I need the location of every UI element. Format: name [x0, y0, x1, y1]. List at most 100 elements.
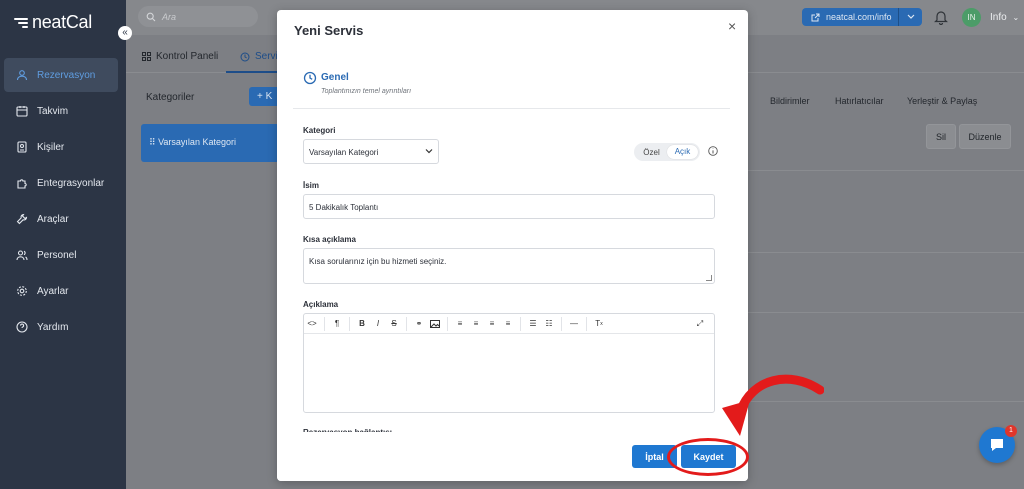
sidebar-item-yardim[interactable]: Yardım — [4, 310, 118, 344]
tab-kontrol-paneli[interactable]: Kontrol Paneli — [142, 51, 218, 62]
wrench-icon — [16, 213, 28, 225]
short-description-label: Kısa açıklama — [303, 235, 356, 244]
tab-yerlestir-paylas[interactable]: Yerleştir & Paylaş — [907, 96, 977, 106]
edit-button[interactable]: Düzenle — [959, 124, 1011, 149]
chevron-down-icon — [425, 149, 433, 154]
clock-icon — [240, 52, 250, 61]
bell-icon[interactable] — [934, 9, 948, 25]
category-item[interactable]: ⠿ Varsayılan Kategori — [141, 124, 291, 162]
info-icon[interactable] — [708, 146, 718, 156]
sidebar-item-kisiler[interactable]: Kişiler — [4, 130, 118, 164]
sidebar-item-personel[interactable]: Personel — [4, 238, 118, 272]
contacts-icon — [16, 141, 28, 153]
logo-icon — [14, 17, 28, 28]
logo-text: neatCal — [32, 12, 92, 32]
category-select[interactable]: Varsayılan Kategori — [303, 139, 439, 164]
public-url-button[interactable]: neatcal.com/info — [802, 8, 922, 26]
sidebar-item-label: Yardım — [37, 321, 69, 333]
sidebar-item-label: Araçlar — [37, 213, 69, 225]
clock-icon — [303, 71, 317, 85]
toggle-open[interactable]: Açık — [667, 145, 698, 159]
name-field[interactable]: 5 Dakikalık Toplantı — [303, 194, 715, 219]
sidebar-item-ayarlar[interactable]: Ayarlar — [4, 274, 118, 308]
code-view-icon[interactable]: <> — [304, 316, 320, 332]
sidebar-nav: Rezervasyon Takvim Kişiler Entegrasyonla… — [0, 58, 126, 346]
notification-badge: 1 — [1005, 425, 1017, 437]
chevron-down-icon: ⌄ — [1012, 13, 1020, 22]
annotation-arrow-icon — [722, 374, 824, 436]
paragraph-icon[interactable]: ¶ — [329, 316, 345, 332]
calendar-icon — [16, 105, 28, 117]
strikethrough-icon[interactable]: S — [386, 316, 402, 332]
modal-title: Yeni Servis — [294, 23, 364, 38]
close-icon[interactable]: × — [728, 18, 736, 34]
tab-hatirlaticilar[interactable]: Hatırlatıcılar — [835, 96, 884, 106]
resize-handle[interactable] — [706, 275, 712, 281]
bullet-list-icon[interactable]: ☰ — [525, 316, 541, 332]
categories-title: Kategoriler — [146, 92, 195, 103]
public-url-label: neatcal.com/info — [826, 12, 892, 22]
sidebar-item-label: Takvim — [37, 105, 69, 117]
sidebar: neatCal Rezervasyon Takvim Kişiler Enteg… — [0, 0, 126, 489]
sidebar-item-label: Personel — [37, 249, 77, 261]
description-editor[interactable]: <> ¶ B I S ⚭ ≡ ≡ ≡ ≡ ☰ ☷ — Tx ⤢ — [303, 313, 715, 413]
puzzle-icon — [16, 177, 28, 189]
align-right-icon[interactable]: ≡ — [484, 316, 500, 332]
help-icon — [16, 321, 28, 333]
new-service-modal: Yeni Servis × Genel Toplantınızın temel … — [277, 10, 748, 481]
people-icon — [16, 249, 28, 261]
gear-icon — [16, 285, 28, 297]
divider — [293, 108, 730, 109]
app-logo[interactable]: neatCal — [14, 12, 92, 33]
chevron-down-icon[interactable] — [898, 8, 922, 26]
sidebar-item-label: Kişiler — [37, 141, 65, 153]
image-icon[interactable] — [427, 316, 443, 332]
numbered-list-icon[interactable]: ☷ — [541, 316, 557, 332]
sidebar-item-entegrasyonlar[interactable]: Entegrasyonlar — [4, 166, 118, 200]
category-value: Varsayılan Kategori — [309, 148, 379, 157]
collapse-sidebar-button[interactable]: « — [118, 26, 132, 40]
user-icon — [16, 69, 28, 81]
tab-bildirimler[interactable]: Bildirimler — [770, 96, 810, 106]
bold-icon[interactable]: B — [354, 316, 370, 332]
toggle-private[interactable]: Özel — [636, 148, 667, 157]
sidebar-item-takvim[interactable]: Takvim — [4, 94, 118, 128]
search-input[interactable]: Ara — [138, 6, 258, 27]
align-center-icon[interactable]: ≡ — [468, 316, 484, 332]
sidebar-item-label: Rezervasyon — [37, 69, 96, 81]
grid-icon — [142, 52, 151, 61]
sidebar-item-araclar[interactable]: Araçlar — [4, 202, 118, 236]
user-menu[interactable]: Info ⌄ — [990, 12, 1019, 23]
section-title: Genel — [321, 72, 349, 83]
user-name: Info — [990, 12, 1007, 23]
sidebar-item-rezervasyon[interactable]: Rezervasyon — [4, 58, 118, 92]
name-label: İsim — [303, 181, 320, 190]
horizontal-rule-icon[interactable]: — — [566, 316, 582, 332]
tab-servisler[interactable]: Servi — [240, 51, 278, 62]
tab-label: Servi — [255, 51, 278, 62]
delete-button[interactable]: Sil — [926, 124, 956, 149]
search-placeholder: Ara — [162, 11, 177, 22]
divider — [746, 252, 1024, 253]
tab-label: Kontrol Paneli — [156, 51, 219, 62]
fullscreen-icon[interactable]: ⤢ — [692, 316, 708, 332]
search-icon — [146, 12, 156, 21]
short-description-field[interactable]: Kısa sorularınız için bu hizmeti seçiniz… — [303, 248, 715, 284]
align-left-icon[interactable]: ≡ — [452, 316, 468, 332]
align-justify-icon[interactable]: ≡ — [500, 316, 516, 332]
visibility-toggle[interactable]: Özel Açık — [634, 143, 700, 161]
editor-toolbar: <> ¶ B I S ⚭ ≡ ≡ ≡ ≡ ☰ ☷ — Tx ⤢ — [304, 314, 714, 334]
divider — [746, 170, 1024, 171]
avatar[interactable]: IN — [962, 8, 981, 27]
chat-icon — [991, 439, 1003, 451]
clear-format-icon[interactable]: Tx — [591, 316, 607, 332]
description-label: Açıklama — [303, 300, 339, 309]
sidebar-item-label: Ayarlar — [37, 285, 69, 297]
sidebar-item-label: Entegrasyonlar — [37, 177, 105, 189]
link-icon[interactable]: ⚭ — [411, 316, 427, 332]
divider — [746, 312, 1024, 313]
short-description-value: Kısa sorularınız için bu hizmeti seçiniz… — [309, 257, 447, 266]
section-subtitle: Toplantınızın temel ayrıntıları — [321, 88, 412, 95]
highlight-circle — [667, 438, 749, 476]
italic-icon[interactable]: I — [370, 316, 386, 332]
